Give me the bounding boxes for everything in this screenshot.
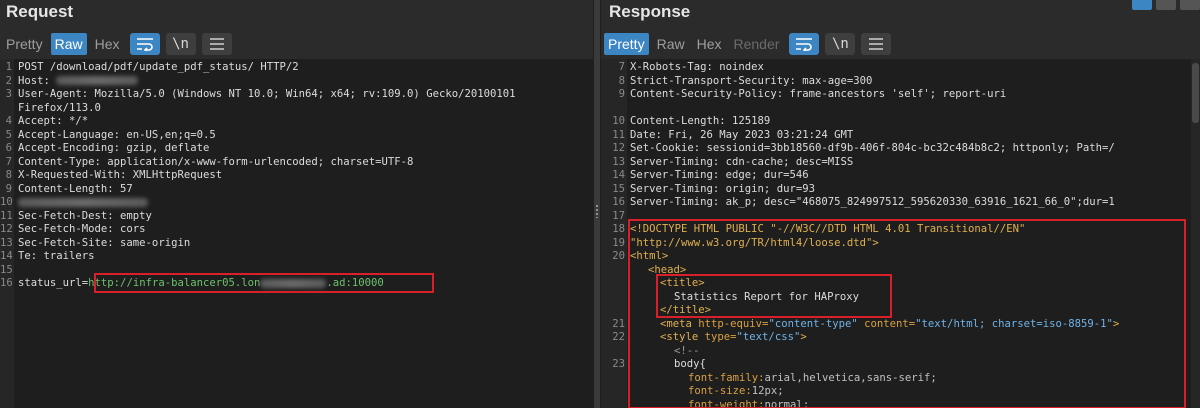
layout-vertical-icon[interactable] bbox=[1180, 0, 1200, 10]
wrap-lines-icon bbox=[796, 38, 813, 51]
response-pane: Response Pretty Raw Hex Render \n 7 X-Rob… bbox=[601, 0, 1200, 408]
request-tab-raw[interactable]: Raw bbox=[50, 33, 87, 55]
response-editor[interactable]: 7 X-Robots-Tag: noindex 8 Strict-Transport… bbox=[601, 59, 1200, 408]
response-tab-pretty[interactable]: Pretty bbox=[604, 33, 649, 55]
request-tab-hex[interactable]: Hex bbox=[91, 33, 124, 55]
request-pane: Request Pretty Raw Hex \n 1 POST /downloa… bbox=[0, 0, 593, 408]
code-line: 2 Host: bbox=[0, 75, 593, 89]
code-line: 9 Content-Security-Policy: frame-ancestor… bbox=[618, 88, 1007, 100]
ssrf-url-highlight-box bbox=[94, 273, 434, 293]
request-tab-pretty[interactable]: Pretty bbox=[2, 33, 47, 55]
code-line: 12 Set-Cookie: sessionid=3bb18560-df9b-40… bbox=[612, 142, 1115, 154]
request-wrap-lines-button[interactable] bbox=[129, 33, 160, 55]
response-scrollbar[interactable] bbox=[1191, 59, 1200, 408]
code-line: 7 Content-Type: application/x-www-form-ur… bbox=[5, 155, 414, 168]
pane-divider[interactable] bbox=[593, 0, 601, 408]
code-line: 13 Sec-Fetch-Site: same-origin bbox=[0, 236, 191, 249]
code-line: 1 POST /download/pdf/update_pdf_status/ H… bbox=[5, 61, 299, 73]
hamburger-menu-icon bbox=[209, 38, 224, 50]
layout-horizontal-icon[interactable] bbox=[1156, 0, 1176, 10]
code-line: 11 Sec-Fetch-Dest: empty bbox=[0, 209, 152, 222]
haproxy-title-highlight-box bbox=[656, 274, 892, 318]
hamburger-menu-icon bbox=[869, 38, 884, 50]
wrap-lines-icon bbox=[136, 38, 153, 51]
response-tab-render[interactable]: Render bbox=[730, 33, 784, 55]
redacted-header bbox=[18, 197, 148, 207]
code-line: 8 Strict-Transport-Security: max-age=300 bbox=[618, 74, 873, 87]
response-scroll-thumb[interactable] bbox=[1192, 63, 1199, 123]
request-editor[interactable]: 1 POST /download/pdf/update_pdf_status/ H… bbox=[0, 59, 593, 408]
code-line: 9 Content-Length: 57 bbox=[5, 182, 133, 195]
request-toolbar: Pretty Raw Hex \n bbox=[2, 33, 232, 55]
request-menu-button[interactable] bbox=[201, 33, 232, 55]
code-line: 13 Server-Timing: cdn-cache; desc=MISS bbox=[612, 155, 854, 168]
code-line: 4 Accept: */* bbox=[5, 115, 89, 127]
code-line: 8 X-Requested-With: XMLHttpRequest bbox=[5, 169, 223, 181]
code-line: 10 Content-Length: 125189 bbox=[612, 115, 771, 127]
code-line: 15 Server-Timing: origin; dur=93 bbox=[612, 182, 815, 195]
code-line: 3 User-Agent: Mozilla/5.0 (Windows NT 10.… bbox=[5, 88, 516, 100]
newline-icon: \n bbox=[172, 36, 189, 52]
response-show-newlines-button[interactable]: \n bbox=[825, 33, 856, 55]
code-line: 6 Accept-Encoding: gzip, deflate bbox=[5, 142, 210, 154]
code-line: 14 Server-Timing: edge; dur=546 bbox=[612, 169, 809, 181]
layout-split-icon[interactable] bbox=[1132, 0, 1152, 10]
layout-toggle-group bbox=[1132, 0, 1200, 10]
response-tab-raw[interactable]: Raw bbox=[653, 33, 689, 55]
response-toolbar: Pretty Raw Hex Render \n bbox=[604, 33, 892, 55]
code-line: 10 bbox=[0, 196, 593, 210]
request-title: Request bbox=[6, 2, 74, 21]
request-show-newlines-button[interactable]: \n bbox=[165, 33, 196, 55]
response-title: Response bbox=[609, 2, 691, 21]
code-line: 7 X-Robots-Tag: noindex bbox=[618, 61, 764, 73]
drag-handle-icon bbox=[595, 204, 599, 218]
code-line: 11 Date: Fri, 26 May 2023 03:21:24 GMT bbox=[612, 128, 854, 141]
redacted-host bbox=[56, 76, 139, 85]
code-line: 5 Accept-Language: en-US,en;q=0.5 bbox=[5, 128, 216, 141]
response-menu-button[interactable] bbox=[861, 33, 892, 55]
code-line: 12 Sec-Fetch-Mode: cors bbox=[0, 223, 146, 235]
code-line: 16 Server-Timing: ak_p; desc="468075_8249… bbox=[612, 196, 1115, 208]
code-line: Firefox/113.0 bbox=[18, 101, 101, 114]
newline-icon: \n bbox=[831, 36, 849, 52]
code-line: 14 Te: trailers bbox=[0, 250, 95, 262]
response-wrap-lines-button[interactable] bbox=[789, 33, 820, 55]
response-tab-hex[interactable]: Hex bbox=[693, 33, 726, 55]
